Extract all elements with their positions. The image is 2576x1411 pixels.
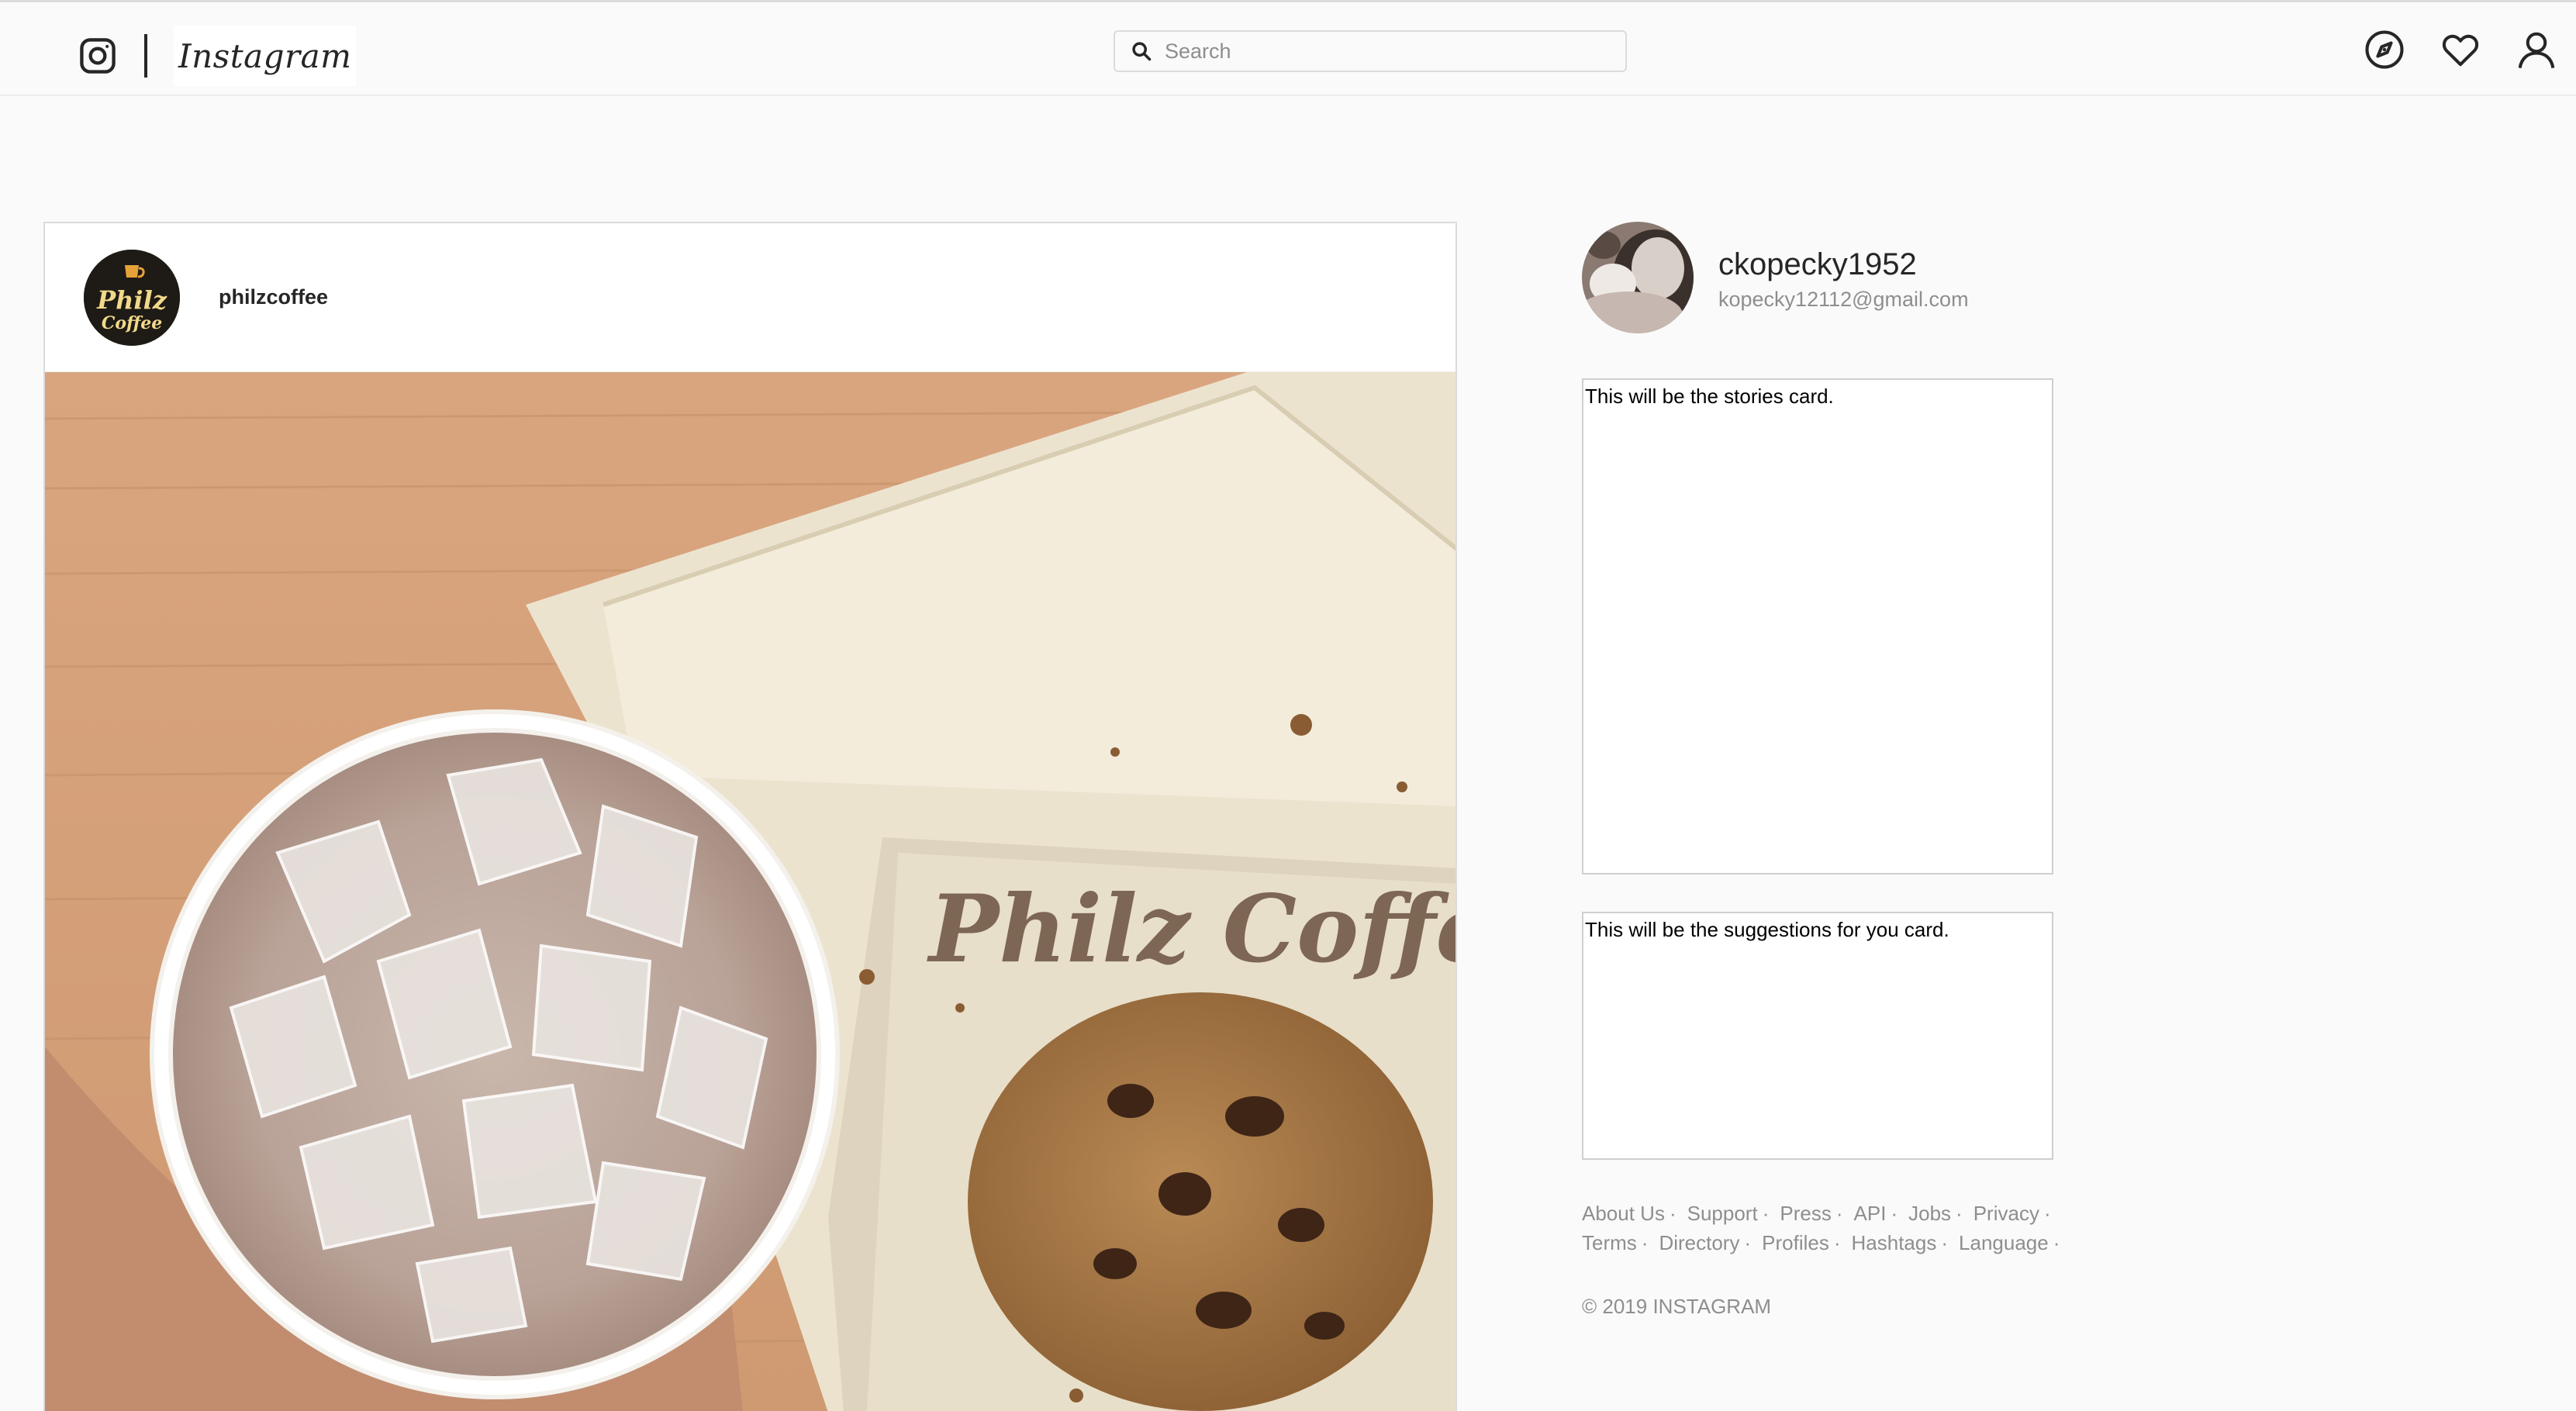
brand[interactable]: Instagram <box>78 26 357 86</box>
footer-separator: · <box>1835 1202 1843 1225</box>
footer-link-terms[interactable]: Terms <box>1582 1231 1637 1254</box>
footer-separator: · <box>1956 1202 1963 1225</box>
avatar-photo <box>1582 222 1694 333</box>
stories-card: This will be the stories card. <box>1582 378 2053 875</box>
footer-link-press[interactable]: Press <box>1780 1202 1831 1225</box>
profile-icon[interactable] <box>2516 29 2557 71</box>
footer-link-support[interactable]: Support <box>1687 1202 1758 1225</box>
footer-separator: · <box>1891 1202 1898 1225</box>
footer-links: About Us · Support · Press · API · Jobs · Privacy ·… <box>1582 1199 2078 1257</box>
search-box[interactable] <box>1114 30 1627 72</box>
footer-separator: · <box>1669 1202 1676 1225</box>
copyright: © 2019 INSTAGRAM <box>1582 1295 1772 1318</box>
logo-divider <box>144 34 147 78</box>
instagram-wordmark[interactable]: Instagram <box>174 26 357 86</box>
search-icon <box>1132 42 1152 61</box>
user-avatar[interactable] <box>1582 222 1694 333</box>
camera-icon[interactable] <box>78 36 118 76</box>
post-image[interactable]: Philz Coffee <box>45 372 1457 1411</box>
user-email: kopecky12112@gmail.com <box>1718 287 1969 311</box>
suggestions-card: This will be the suggestions for you car… <box>1582 912 2053 1160</box>
footer-link-directory[interactable]: Directory <box>1659 1231 1739 1254</box>
post-username[interactable]: philzcoffee <box>219 285 328 309</box>
search-input[interactable] <box>1165 39 1599 64</box>
philz-logo-icon: Philz Coffee <box>84 249 180 346</box>
svg-text:Philz Coffee: Philz Coffee <box>927 875 1457 984</box>
explore-icon[interactable] <box>2364 29 2405 71</box>
footer-link-hashtags[interactable]: Hashtags <box>1852 1231 1937 1254</box>
user-info: ckopecky1952 kopecky12112@gmail.com <box>1718 244 1969 312</box>
footer-row: Terms · Directory · Profiles · Hashtags · Langua… <box>1582 1228 2078 1257</box>
footer-separator: · <box>1744 1231 1752 1254</box>
footer-separator: · <box>1641 1231 1649 1254</box>
footer-separator: · <box>2043 1202 2051 1225</box>
footer-link-privacy[interactable]: Privacy <box>1973 1202 2039 1225</box>
heart-icon[interactable] <box>2440 29 2481 71</box>
footer-link-profiles[interactable]: Profiles <box>1762 1231 1829 1254</box>
footer-row: About Us · Support · Press · API · Jobs · Privacy · <box>1582 1199 2078 1228</box>
footer-separator: · <box>2053 1231 2060 1254</box>
current-user: ckopecky1952 kopecky12112@gmail.com <box>1582 222 1969 333</box>
footer-separator: · <box>1941 1231 1949 1254</box>
svg-text:Philz: Philz <box>96 285 167 315</box>
post-avatar[interactable]: Philz Coffee <box>84 249 180 346</box>
svg-text:Coffee: Coffee <box>102 313 162 333</box>
footer-link-about[interactable]: About Us <box>1582 1202 1665 1225</box>
post-card: Philz Coffee philzcoffee Philz Coff <box>43 222 1457 1411</box>
footer-link-api[interactable]: API <box>1854 1202 1887 1225</box>
footer-link-jobs[interactable]: Jobs <box>1908 1202 1951 1225</box>
post-header: Philz Coffee philzcoffee <box>45 223 1455 372</box>
footer-separator: · <box>1762 1202 1770 1225</box>
top-navigation-bar: Instagram <box>0 0 2576 96</box>
footer-link-language[interactable]: Language <box>1959 1231 2049 1254</box>
footer-separator: · <box>1833 1231 1841 1254</box>
user-username[interactable]: ckopecky1952 <box>1718 244 1969 285</box>
